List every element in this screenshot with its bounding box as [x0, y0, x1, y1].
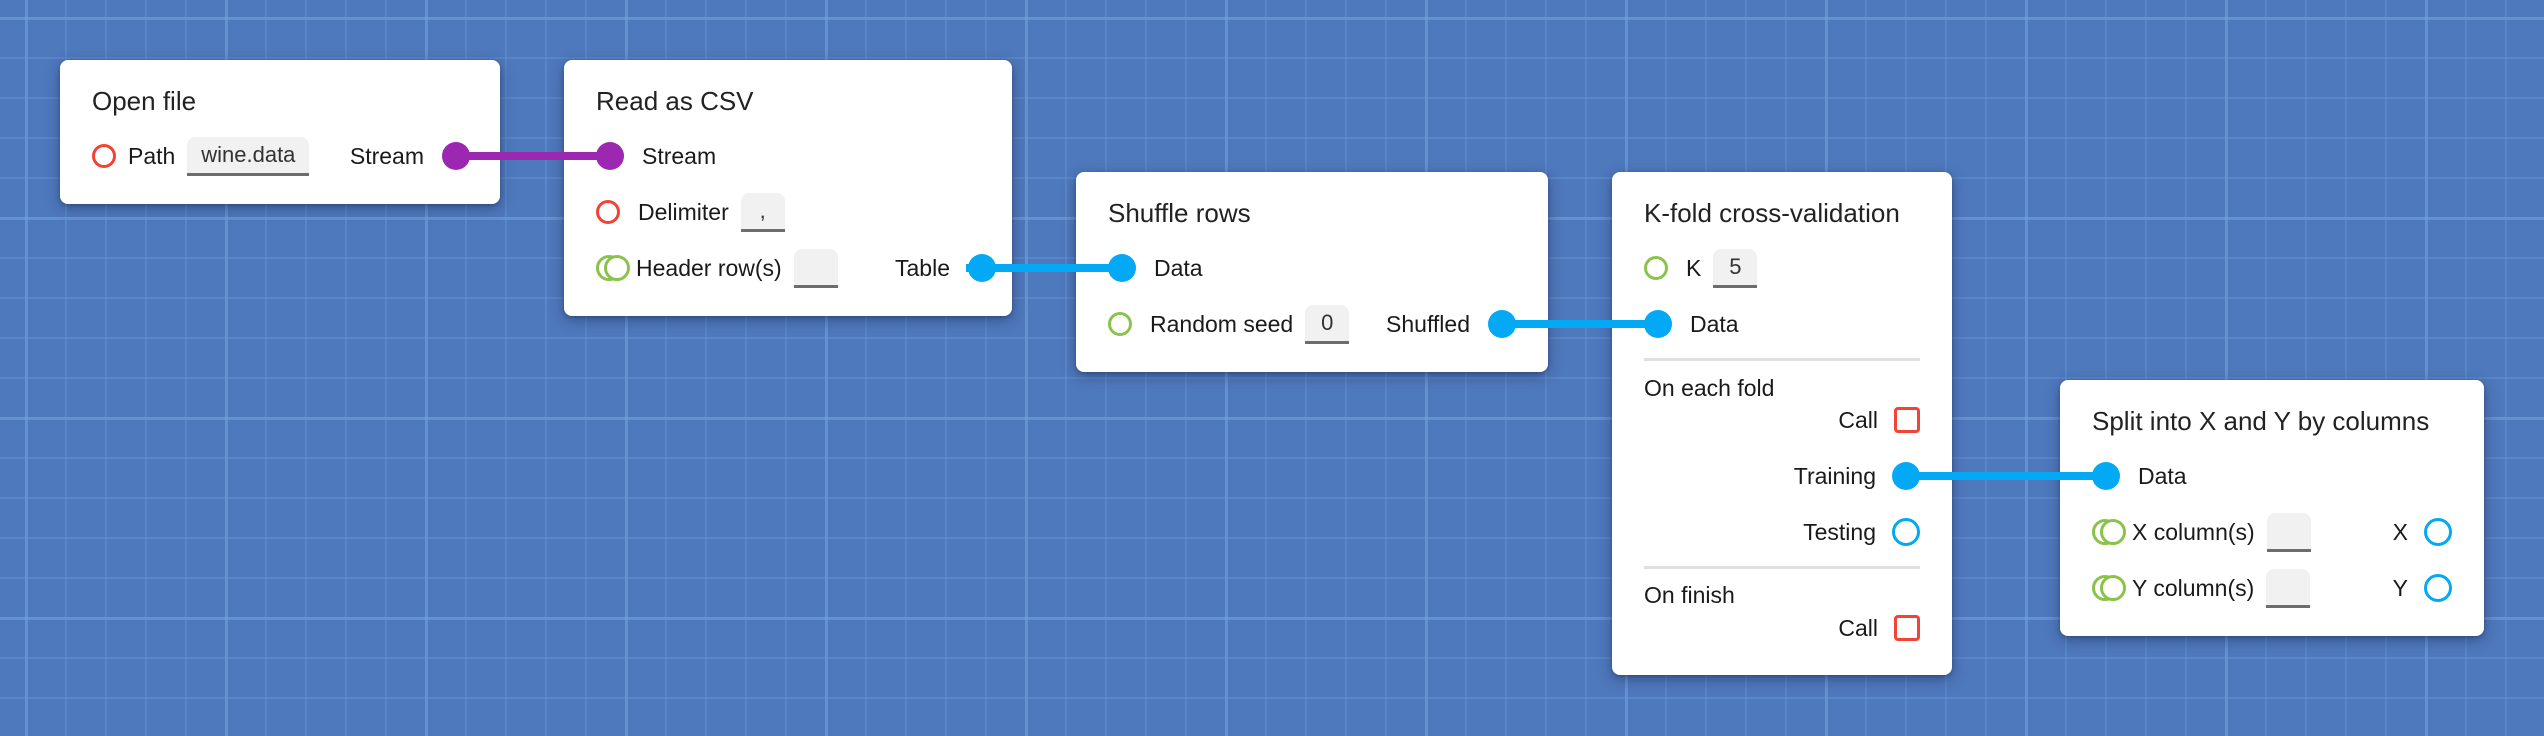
on-finish-label: On finish [1644, 582, 1735, 608]
table-output-label: Table [895, 254, 950, 281]
stream-output-socket[interactable] [442, 142, 470, 170]
path-input[interactable]: wine.data [187, 136, 310, 176]
k-input[interactable]: 5 [1713, 248, 1758, 288]
node-kfold-cross-validation[interactable]: K-fold cross-validation K 5 Data On each… [1612, 172, 1952, 675]
random-seed-label: Random seed [1150, 310, 1294, 337]
k-label: K [1686, 254, 1702, 281]
node-title: Split into X and Y by columns [2092, 406, 2430, 436]
shuffled-output-label: Shuffled [1386, 310, 1470, 337]
y-columns-list-socket[interactable] [2092, 575, 2126, 601]
section-divider [1644, 566, 1920, 569]
path-input-socket[interactable] [92, 144, 116, 168]
data-input-label: Data [2138, 462, 2187, 489]
random-seed-input-socket[interactable] [1108, 312, 1132, 336]
data-input-socket[interactable] [2092, 462, 2120, 490]
training-output-socket[interactable] [1892, 462, 1920, 490]
x-columns-input[interactable] [2266, 512, 2311, 552]
y-output-label: Y [2392, 574, 2408, 601]
node-title: Shuffle rows [1108, 198, 1251, 228]
delimiter-input[interactable]: , [740, 192, 785, 232]
stream-input-socket[interactable] [596, 142, 624, 170]
y-columns-input[interactable] [2266, 568, 2311, 608]
x-columns-label: X column(s) [2132, 518, 2255, 545]
training-output-label: Training [1793, 462, 1876, 489]
header-rows-input[interactable] [793, 248, 838, 288]
header-rows-label: Header row(s) [636, 254, 782, 281]
k-input-socket[interactable] [1644, 256, 1668, 280]
node-shuffle-rows[interactable]: Shuffle rows Data Random seed 0 Shuffled [1076, 172, 1548, 372]
x-output-socket[interactable] [2424, 518, 2452, 546]
table-output-socket[interactable] [968, 254, 996, 282]
x-columns-list-socket[interactable] [2092, 519, 2126, 545]
delimiter-label: Delimiter [638, 198, 729, 225]
on-each-fold-call-trigger[interactable] [1894, 407, 1920, 433]
testing-output-socket[interactable] [1892, 518, 1920, 546]
node-open-file[interactable]: Open file Path wine.data Stream [60, 60, 500, 204]
data-input-label: Data [1690, 310, 1739, 337]
data-input-label: Data [1154, 254, 1203, 281]
node-split-x-y[interactable]: Split into X and Y by columns Data X col… [2060, 380, 2484, 636]
node-read-csv[interactable]: Read as CSV Stream Delimiter , Header ro… [564, 60, 1012, 316]
shuffled-output-socket[interactable] [1488, 310, 1516, 338]
call-label: Call [1838, 406, 1878, 433]
data-input-socket[interactable] [1108, 254, 1136, 282]
y-output-socket[interactable] [2424, 574, 2452, 602]
random-seed-input[interactable]: 0 [1305, 304, 1350, 344]
header-rows-list-socket[interactable] [596, 255, 630, 281]
path-label: Path [128, 142, 176, 169]
y-columns-label: Y column(s) [2132, 574, 2255, 601]
stream-output-label: Stream [349, 142, 424, 169]
testing-output-label: Testing [1803, 518, 1876, 545]
x-output-label: X [2392, 518, 2408, 545]
stream-input-label: Stream [642, 142, 717, 169]
node-title: K-fold cross-validation [1644, 198, 1900, 228]
on-each-fold-label: On each fold [1644, 375, 1775, 401]
delimiter-input-socket[interactable] [596, 200, 620, 224]
data-input-socket[interactable] [1644, 310, 1672, 338]
on-finish-call-trigger[interactable] [1894, 615, 1920, 641]
section-divider [1644, 358, 1920, 361]
node-title: Open file [92, 86, 197, 116]
call-label: Call [1838, 614, 1878, 641]
node-title: Read as CSV [596, 86, 754, 116]
